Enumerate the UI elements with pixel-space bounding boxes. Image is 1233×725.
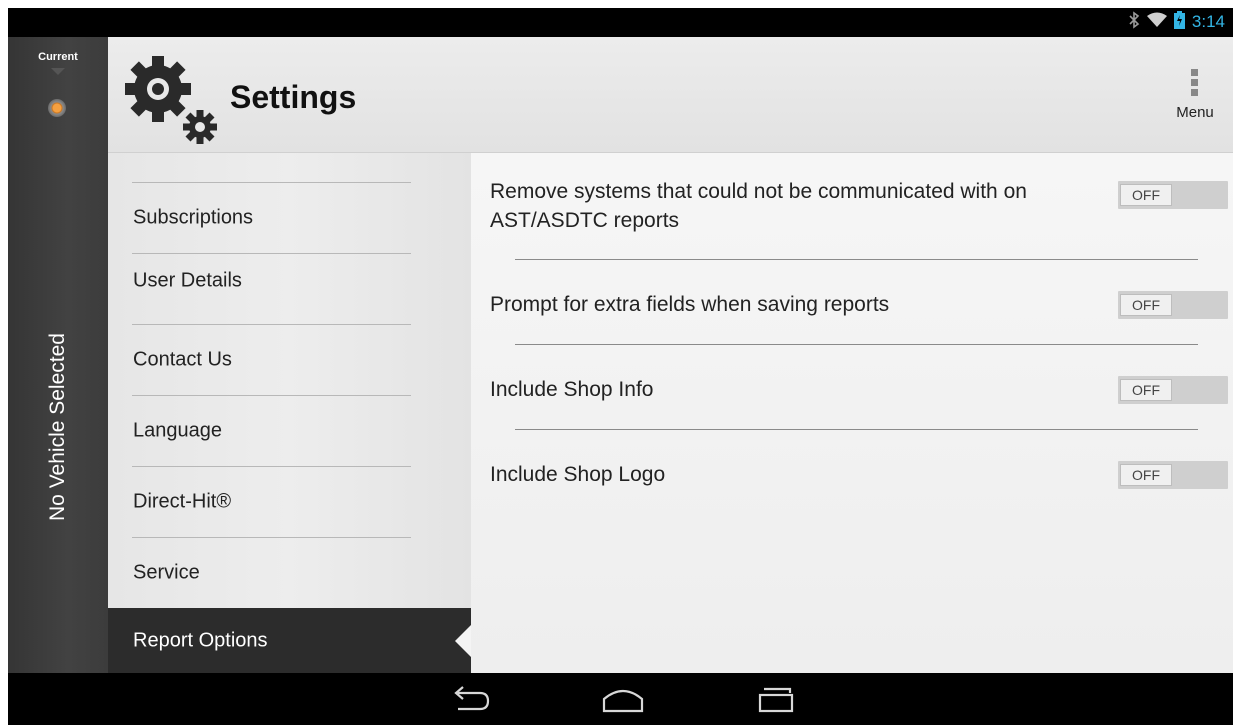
include-shop-logo-toggle[interactable]: OFF — [1118, 461, 1228, 489]
wifi-icon — [1146, 12, 1167, 33]
option-label: Remove systems that could not be communi… — [490, 180, 1027, 232]
nav-item-direct-hit[interactable]: Direct-Hit® — [108, 466, 471, 537]
report-options-panel: Remove systems that could not be communi… — [471, 153, 1233, 673]
divider — [132, 324, 411, 325]
divider — [132, 182, 411, 183]
vehicle-status-indicator — [48, 99, 66, 117]
divider — [132, 253, 411, 254]
option-remove-uncommunicated-systems: Remove systems that could not be communi… — [471, 177, 1233, 247]
divider — [132, 466, 411, 467]
nav-item-label: User Details — [133, 269, 242, 291]
prompt-extra-fields-toggle[interactable]: OFF — [1118, 291, 1228, 319]
header: Settings Menu — [108, 37, 1233, 153]
option-include-shop-info: Include Shop Info OFF — [471, 375, 1233, 415]
home-icon[interactable] — [598, 683, 648, 715]
status-bar: 3:14 — [8, 8, 1233, 37]
toggle-state: OFF — [1120, 464, 1172, 486]
active-item-indicator — [455, 624, 471, 657]
settings-nav-list: Subscriptions User Details Contact Us La… — [108, 153, 471, 673]
divider — [515, 259, 1198, 260]
settings-gears-icon — [120, 49, 220, 149]
current-notch — [51, 68, 65, 75]
option-include-shop-logo: Include Shop Logo OFF — [471, 460, 1233, 500]
nav-item-label: Service — [133, 561, 200, 583]
nav-item-report-options[interactable]: Report Options — [108, 608, 471, 673]
status-icons: 3:14 — [1128, 10, 1225, 34]
overflow-menu-icon — [1191, 69, 1199, 99]
nav-item-label: Report Options — [133, 629, 268, 651]
nav-item-language[interactable]: Language — [108, 395, 471, 466]
menu-label: Menu — [1176, 104, 1214, 121]
nav-item-service[interactable]: Service — [108, 537, 471, 608]
vehicle-rail[interactable]: Current No Vehicle Selected — [8, 37, 108, 673]
divider — [515, 429, 1198, 430]
divider — [132, 537, 411, 538]
bluetooth-icon — [1128, 10, 1140, 34]
toggle-state: OFF — [1120, 184, 1172, 206]
back-icon[interactable] — [444, 683, 494, 715]
nav-item-subscriptions[interactable]: Subscriptions — [108, 182, 471, 253]
toggle-state: OFF — [1120, 294, 1172, 316]
option-prompt-extra-fields: Prompt for extra fields when saving repo… — [471, 290, 1233, 330]
toggle-state: OFF — [1120, 379, 1172, 401]
divider — [515, 344, 1198, 345]
option-label: Prompt for extra fields when saving repo… — [490, 293, 890, 316]
no-vehicle-selected-text: No Vehicle Selected — [46, 333, 69, 521]
nav-item-user-details[interactable]: User Details — [108, 253, 471, 324]
option-label: Include Shop Info — [490, 378, 654, 401]
nav-item-contact-us[interactable]: Contact Us — [108, 324, 471, 395]
current-label: Current — [38, 51, 78, 63]
recent-apps-icon[interactable] — [754, 683, 804, 715]
include-shop-info-toggle[interactable]: OFF — [1118, 376, 1228, 404]
system-nav-bar — [8, 673, 1233, 725]
nav-item-label: Subscriptions — [133, 206, 254, 228]
page-title: Settings — [230, 79, 357, 115]
status-time: 3:14 — [1191, 12, 1225, 31]
battery-charging-icon — [1173, 10, 1185, 34]
nav-item-label: Direct-Hit® — [133, 490, 232, 512]
device-screen: 3:14 Current No Vehicle Selected Setting… — [8, 8, 1233, 725]
menu-button[interactable]: Menu — [1157, 63, 1233, 127]
nav-item-label: Language — [133, 419, 222, 441]
option-label: Include Shop Logo — [490, 463, 666, 486]
nav-item-label: Contact Us — [133, 348, 232, 370]
divider — [132, 395, 411, 396]
remove-systems-toggle[interactable]: OFF — [1118, 181, 1228, 209]
